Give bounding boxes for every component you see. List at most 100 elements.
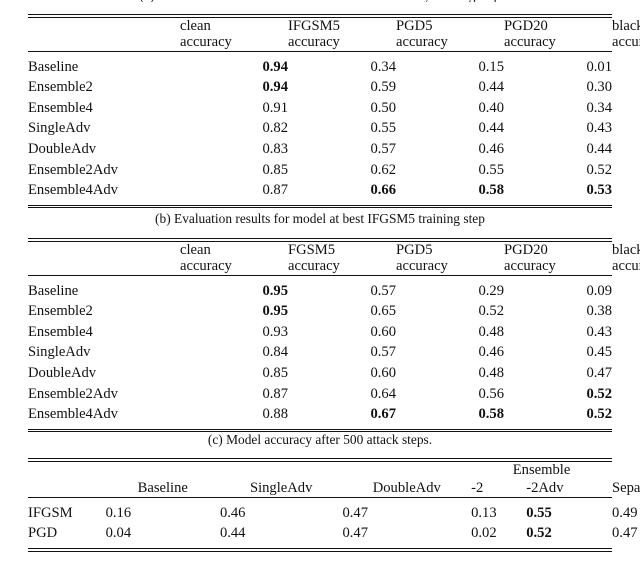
table-b-col-1-line2: accuracy xyxy=(180,34,232,51)
table-c-col-5-line2: accuracy xyxy=(612,258,640,275)
table-c-r4-c1: 0.60 xyxy=(370,364,396,381)
table-b-r3-c4: 0.80 xyxy=(612,118,640,139)
table-b-col-3-line2: accuracy xyxy=(396,34,448,51)
clipped-caption-a-text: (a) Evaluation results for model at best… xyxy=(140,0,501,2)
table-c-col-3-line1: PGD5 xyxy=(396,241,433,258)
caption-c-text: (c) Model accuracy after 500 attack step… xyxy=(207,432,433,447)
table-b-col-5: black box accuracy xyxy=(612,18,640,51)
table-b-r6-c0: 0.87 xyxy=(262,182,288,199)
table-c-r0-c3: 0.09 xyxy=(586,282,612,299)
table-c-r1-c2: 0.52 xyxy=(478,303,504,320)
table-b-r0-c1: 0.34 xyxy=(370,58,396,75)
table-row: PGD 0.04 0.44 0.47 0.02 0.52 0.47 xyxy=(28,523,638,548)
table-d-col-ensemble2adv: -2Adv xyxy=(526,479,564,496)
table-d-group-ensemble: Ensemble xyxy=(512,461,571,478)
table-d-body: IFGSM 0.16 0.46 0.47 0.13 0.55 0.49 PGD … xyxy=(28,498,638,549)
table-c-col-5-line1: black box xyxy=(612,241,640,258)
table-c-r6-c0: 0.88 xyxy=(262,406,288,423)
table-b-row-4-label: DoubleAdv xyxy=(28,140,97,157)
table-d-col-baseline: Baseline xyxy=(137,479,188,496)
table-c-r6-c3: 0.52 xyxy=(586,406,612,423)
table-b-r6-c2: 0.58 xyxy=(478,182,504,199)
table-c-r5-c0: 0.87 xyxy=(262,385,288,402)
table-b-col-5-line1: black box xyxy=(612,17,640,34)
table-b-col-1-line1: clean xyxy=(180,17,211,34)
table-b-row-1-label: Ensemble2 xyxy=(28,79,93,96)
table-c-r1-c3: 0.38 xyxy=(586,303,612,320)
table-row: Ensemble4Adv 0.88 0.67 0.58 0.52 0.86 xyxy=(28,404,640,429)
table-d-r0-c1: 0.46 xyxy=(219,504,246,521)
table-row: Ensemble4Adv 0.87 0.66 0.58 0.53 0.85 xyxy=(28,180,640,205)
table-c-row-4-label: DoubleAdv xyxy=(28,364,97,381)
table-b-r5-c3: 0.52 xyxy=(586,161,612,178)
table-b-r2-c2: 0.40 xyxy=(478,99,504,116)
table-b-r6-c3: 0.53 xyxy=(586,182,612,199)
table-row: Ensemble2 0.94 0.59 0.44 0.30 0.22 xyxy=(28,77,640,98)
table-b-r2-c0: 0.91 xyxy=(262,99,288,116)
table-row: SingleAdv 0.84 0.57 0.46 0.45 0.81 xyxy=(28,342,640,363)
table-b-col-4: PGD20 accuracy xyxy=(504,18,612,51)
table-b-header-row: clean accuracy IFGSM5 accuracy PGD5 accu… xyxy=(28,18,640,51)
table-c-col-3: PGD5 accuracy xyxy=(396,242,504,275)
table-c-col-3-line2: accuracy xyxy=(396,258,448,275)
table-c-col-1-line2: accuracy xyxy=(180,258,232,275)
table-b-body: Baseline 0.94 0.34 0.15 0.01 0.27 Ensemb… xyxy=(28,52,640,205)
table-d-r0-c4: 0.55 xyxy=(526,504,552,521)
table-b: clean accuracy IFGSM5 accuracy PGD5 accu… xyxy=(28,18,640,51)
table-c-row-0-label: Baseline xyxy=(28,282,79,299)
table-c-r2-c1: 0.60 xyxy=(370,323,396,340)
table-c-header-row: clean accuracy FGSM5 accuracy PGD5 accur… xyxy=(28,242,640,275)
table-b-col-4-line2: accuracy xyxy=(504,34,556,51)
table-d-group-spacer-4 xyxy=(342,462,471,479)
table-d-row-1-label: PGD xyxy=(28,525,58,541)
table-c-col-0 xyxy=(28,242,180,275)
table-c-r4-c0: 0.85 xyxy=(262,364,288,381)
table-b-r4-c2: 0.46 xyxy=(478,140,504,157)
table-b-row-5-label: Ensemble2Adv xyxy=(28,161,118,178)
table-c-r1-c1: 0.65 xyxy=(370,303,396,320)
table-d-r0-c2: 0.47 xyxy=(342,504,368,521)
table-b-r0-c2: 0.15 xyxy=(478,58,504,75)
table-d-group-spacer xyxy=(28,462,106,479)
table-b-r1-c0: 0.94 xyxy=(262,79,288,96)
table-d-col-0 xyxy=(28,479,106,497)
table-c-r1-c0: 0.95 xyxy=(262,303,288,320)
caption-c: (c) Model accuracy after 500 attack step… xyxy=(0,432,640,448)
table-b-r6-c1: 0.66 xyxy=(370,182,396,199)
table-b-r4-c1: 0.57 xyxy=(370,140,396,157)
table-b-col-2: IFGSM5 accuracy xyxy=(288,18,396,51)
table-c-r0-c1: 0.57 xyxy=(370,282,396,299)
table-b-r5-c0: 0.85 xyxy=(262,161,288,178)
table-c-r5-c2: 0.56 xyxy=(478,385,504,402)
table-c-r3-c3: 0.45 xyxy=(586,344,612,361)
table-d-r1-c3: 0.02 xyxy=(471,525,497,541)
table-b-r2-c3: 0.34 xyxy=(586,99,612,116)
table-b-col-0 xyxy=(28,18,180,51)
table-c-r3-c2: 0.46 xyxy=(478,344,504,361)
table-d-col-ensemble2: -2 xyxy=(471,479,484,496)
table-c-r5-c1: 0.64 xyxy=(370,385,396,402)
table-c-r0-c2: 0.29 xyxy=(478,282,504,299)
table-b-block: clean accuracy IFGSM5 accuracy PGD5 accu… xyxy=(28,14,640,209)
table-d-group-spacer-2 xyxy=(106,462,220,479)
table-d-row-0-label: IFGSM xyxy=(28,504,73,521)
table-b-r3-c3: 0.43 xyxy=(586,120,612,137)
table-d-r1-c0: 0.04 xyxy=(105,525,132,541)
table-c-col-2-line1: FGSM5 xyxy=(288,241,336,258)
table-c-r6-c2: 0.58 xyxy=(478,406,504,423)
table-c-r3-c0: 0.84 xyxy=(262,344,288,361)
table-c-r2-c0: 0.93 xyxy=(262,323,288,340)
table-b-r3-c2: 0.44 xyxy=(478,120,504,137)
table-b-r4-c3: 0.44 xyxy=(586,140,612,157)
table-d: Ensemble Baseline SingleAdv DoubleAdv -2… xyxy=(28,461,640,497)
table-b-bottomrule xyxy=(28,204,612,209)
table-c: clean accuracy FGSM5 accuracy PGD5 accur… xyxy=(28,242,640,275)
table-b-r6-c4: 0.85 xyxy=(612,180,640,205)
table-b-r5-c4: 0.83 xyxy=(612,160,640,181)
table-c-row-1-label: Ensemble2 xyxy=(28,303,93,320)
table-b-row-2-label: Ensemble4 xyxy=(28,99,93,116)
table-row: Ensemble2Adv 0.87 0.64 0.56 0.52 0.85 xyxy=(28,384,640,405)
table-b-r0-c3: 0.01 xyxy=(586,58,612,75)
table-row: DoubleAdv 0.83 0.57 0.46 0.44 0.82 xyxy=(28,139,640,160)
table-c-row-6-label: Ensemble4Adv xyxy=(28,406,118,423)
